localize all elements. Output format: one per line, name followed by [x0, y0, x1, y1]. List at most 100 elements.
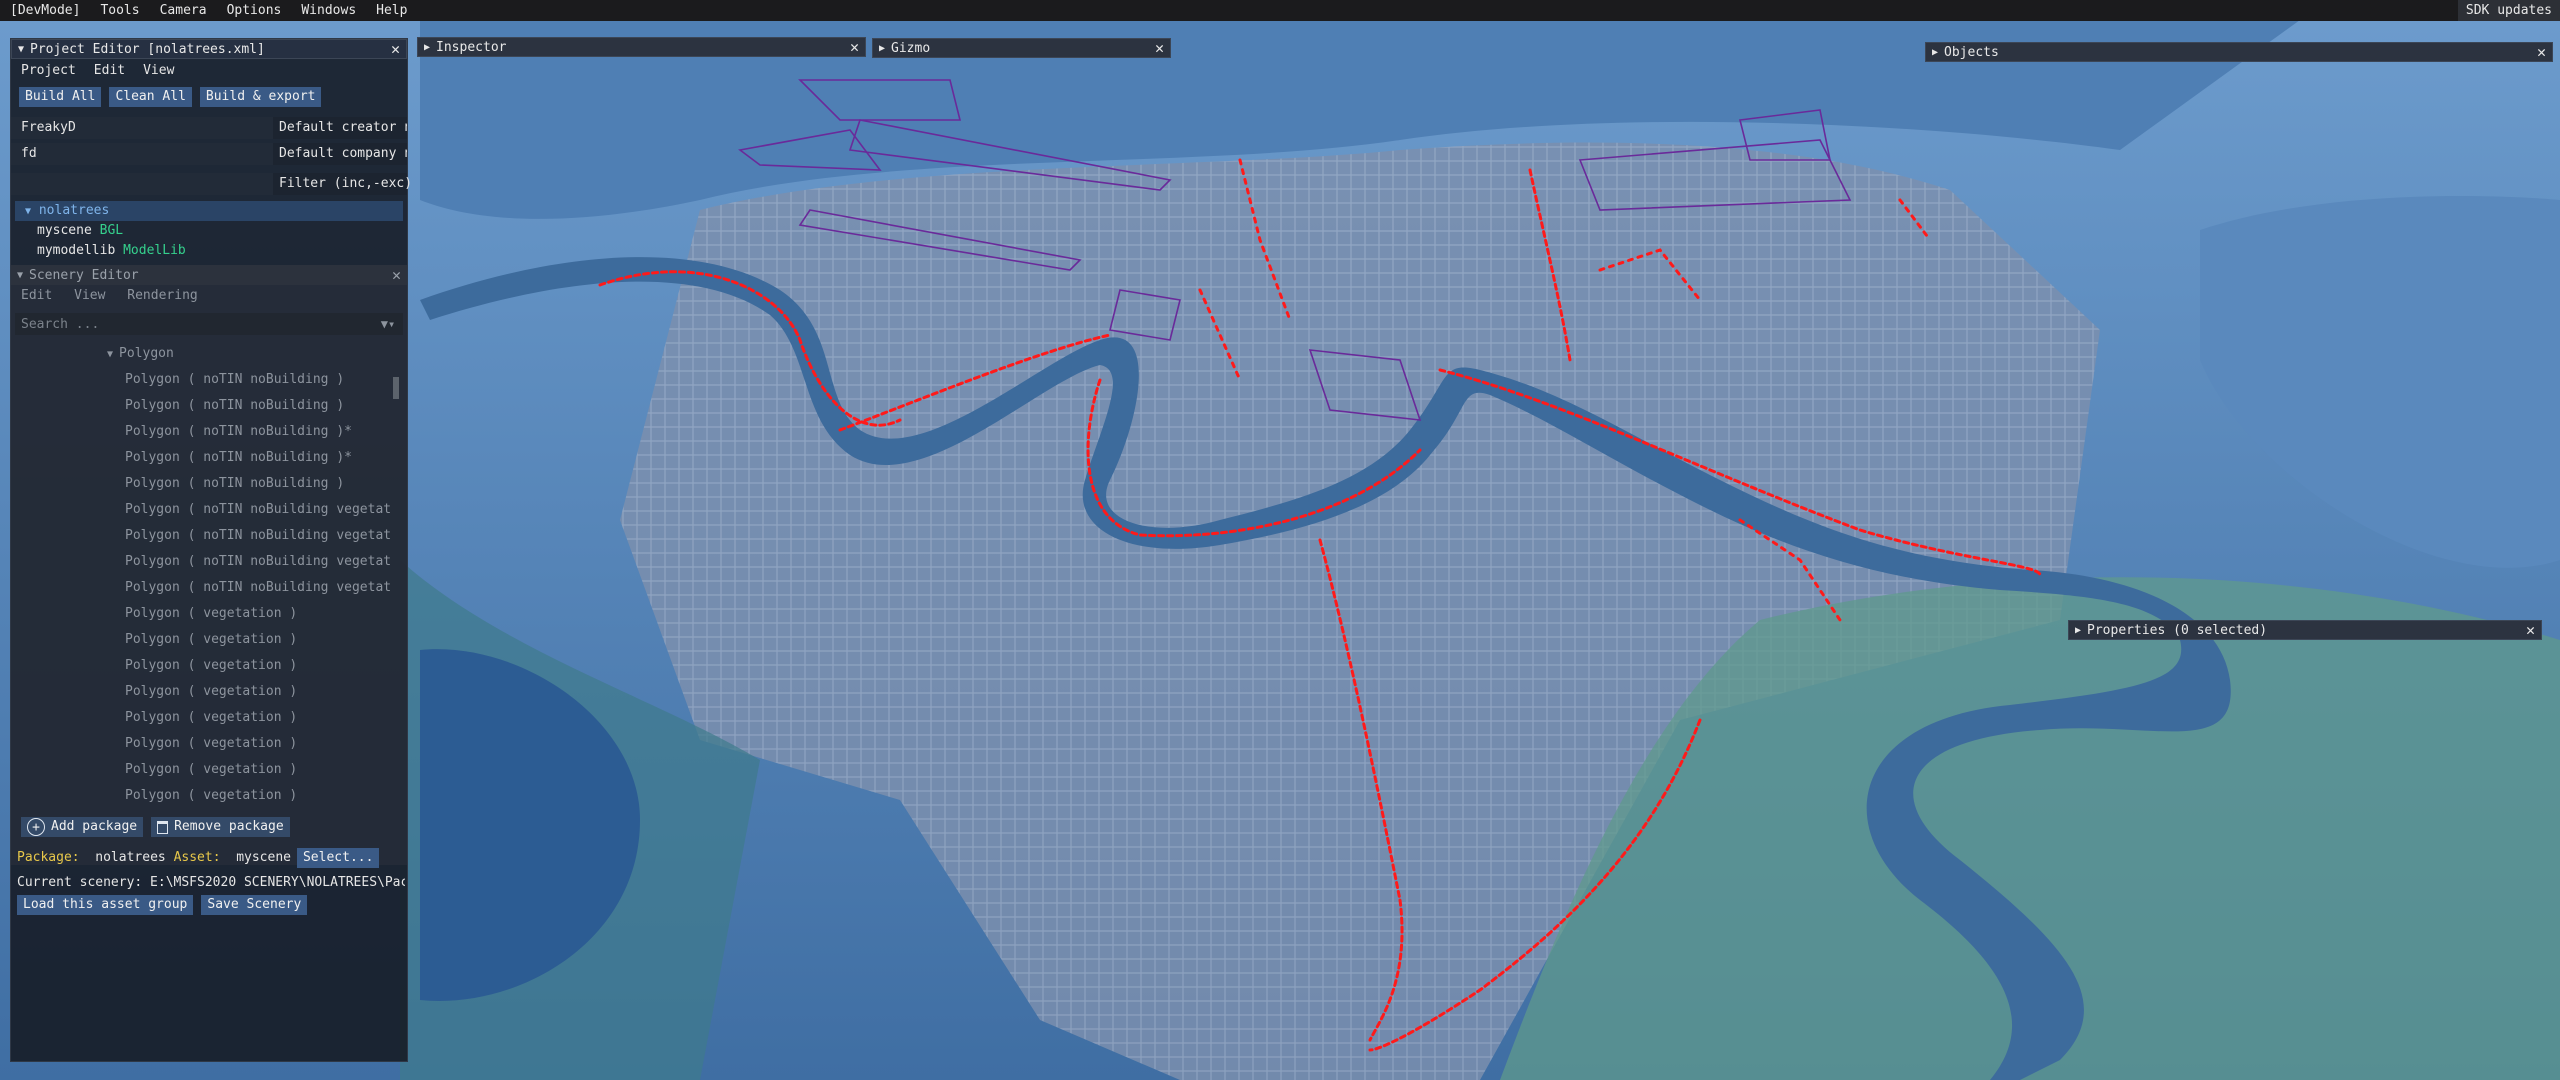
creator-field[interactable]: FreakyD Default creator n: [11, 117, 407, 139]
list-item[interactable]: Polygon ( vegetation ): [11, 705, 407, 731]
select-asset-button[interactable]: Select...: [296, 848, 380, 868]
menu-project[interactable]: Project: [21, 63, 76, 78]
tree-root-label: nolatrees: [38, 203, 110, 218]
inspector-titlebar[interactable]: ▶ Inspector ✕: [417, 37, 866, 57]
menu-edit[interactable]: Edit: [21, 288, 52, 303]
list-item[interactable]: Polygon ( vegetation ): [11, 627, 407, 653]
menu-view[interactable]: View: [143, 63, 174, 78]
filter-input[interactable]: [11, 173, 273, 195]
menu-rendering[interactable]: Rendering: [127, 288, 197, 303]
expand-triangle-icon[interactable]: ▶: [424, 42, 430, 53]
project-editor-menu: Project Edit View: [11, 59, 407, 81]
menu-devmode[interactable]: [DevMode]: [0, 0, 90, 21]
collapse-triangle-icon[interactable]: ▼: [17, 270, 23, 281]
list-item[interactable]: Polygon ( vegetation ): [11, 783, 407, 809]
objects-window: ▶ Objects ✕: [1925, 42, 2553, 62]
tree-item-mymodellib[interactable]: mymodellib ModelLib: [11, 241, 407, 261]
tree-item-type: BGL: [99, 223, 124, 238]
project-editor-titlebar[interactable]: ▼ Project Editor [nolatrees.xml] ✕: [11, 39, 407, 59]
collapse-triangle-icon[interactable]: ▼: [18, 44, 24, 55]
company-value[interactable]: fd: [11, 143, 273, 165]
company-field[interactable]: fd Default company n: [11, 143, 407, 165]
remove-package-button[interactable]: Remove package: [151, 817, 290, 837]
tree-item-name: mymodellib: [37, 243, 116, 258]
list-item[interactable]: Polygon ( noTIN noBuilding ): [11, 393, 407, 419]
list-group-polygon[interactable]: ▼ Polygon: [11, 341, 407, 367]
expand-triangle-icon[interactable]: ▶: [879, 43, 885, 54]
list-item[interactable]: Polygon ( noTIN noBuilding ): [11, 367, 407, 393]
scenery-object-list: ▼ Polygon Polygon ( noTIN noBuilding ) P…: [11, 341, 407, 809]
add-package-button[interactable]: + Add package: [21, 817, 144, 837]
build-all-button[interactable]: Build All: [19, 87, 102, 107]
creator-label: Default creator n: [273, 117, 407, 139]
list-scrollbar[interactable]: [393, 377, 399, 399]
asset-value: myscene: [236, 850, 291, 865]
list-item[interactable]: Polygon ( vegetation ): [11, 679, 407, 705]
inspector-title: Inspector: [436, 39, 507, 55]
tree-item-myscene[interactable]: myscene BGL: [11, 221, 407, 241]
list-item[interactable]: Polygon ( vegetation ): [11, 653, 407, 679]
menu-help[interactable]: Help: [366, 0, 417, 21]
scenery-editor-titlebar[interactable]: ▼ Scenery Editor ✕: [11, 265, 407, 285]
list-item[interactable]: Polygon ( noTIN noBuilding vegetat: [11, 523, 407, 549]
build-export-button[interactable]: Build & export: [199, 87, 322, 107]
sdk-updates-button[interactable]: SDK updates: [2457, 0, 2560, 21]
scenery-search[interactable]: Search ... ▼▾: [15, 313, 403, 335]
package-value: nolatrees: [95, 850, 166, 865]
objects-titlebar[interactable]: ▶ Objects ✕: [1925, 42, 2553, 62]
list-item[interactable]: Polygon ( noTIN noBuilding )*: [11, 445, 407, 471]
current-scenery-path: Current scenery: E:\MSFS2020 SCENERY\NOL…: [17, 875, 405, 890]
filter-field[interactable]: Filter (inc,-exc): [11, 173, 412, 195]
list-item[interactable]: Polygon ( noTIN noBuilding vegetat: [11, 575, 407, 601]
tree-item-nolatrees[interactable]: ▼ nolatrees: [15, 201, 403, 221]
creator-value[interactable]: FreakyD: [11, 117, 273, 139]
asset-label: Asset:: [173, 850, 221, 865]
expand-triangle-icon[interactable]: ▶: [2075, 625, 2081, 636]
expand-triangle-icon[interactable]: ▼: [25, 206, 31, 217]
menu-view[interactable]: View: [74, 288, 105, 303]
save-scenery-button[interactable]: Save Scenery: [201, 895, 308, 915]
plus-circle-icon: +: [27, 818, 45, 836]
close-icon[interactable]: ✕: [392, 267, 401, 283]
filter-label: Filter (inc,-exc): [273, 173, 412, 195]
package-label: Package:: [17, 850, 80, 865]
close-icon[interactable]: ✕: [850, 39, 859, 55]
package-buttons: + Add package Remove package: [21, 817, 290, 837]
expand-triangle-icon[interactable]: ▼: [107, 349, 119, 360]
search-input[interactable]: Search ...: [21, 317, 373, 332]
close-icon[interactable]: ✕: [391, 41, 400, 57]
trash-icon: [157, 820, 169, 834]
close-icon[interactable]: ✕: [1155, 40, 1164, 56]
clean-all-button[interactable]: Clean All: [109, 87, 192, 107]
menu-tools[interactable]: Tools: [90, 0, 149, 21]
properties-title: Properties (0 selected): [2087, 622, 2268, 638]
properties-titlebar[interactable]: ▶ Properties (0 selected) ✕: [2068, 620, 2542, 640]
gizmo-titlebar[interactable]: ▶ Gizmo ✕: [872, 38, 1171, 58]
list-item[interactable]: Polygon ( noTIN noBuilding ): [11, 471, 407, 497]
group-label: Polygon: [119, 346, 174, 361]
list-item[interactable]: Polygon ( vegetation ): [11, 601, 407, 627]
menu-options[interactable]: Options: [217, 0, 292, 21]
properties-window: ▶ Properties (0 selected) ✕: [2068, 620, 2542, 640]
list-item[interactable]: Polygon ( vegetation ): [11, 757, 407, 783]
list-item[interactable]: Polygon ( noTIN noBuilding vegetat: [11, 549, 407, 575]
menu-edit[interactable]: Edit: [94, 63, 125, 78]
asset-buttons: Load this asset group Save Scenery: [17, 895, 308, 915]
objects-title: Objects: [1944, 44, 1999, 60]
close-icon[interactable]: ✕: [2537, 44, 2546, 60]
remove-package-label: Remove package: [174, 819, 284, 834]
list-item[interactable]: Polygon ( noTIN noBuilding )*: [11, 419, 407, 445]
list-item[interactable]: Polygon ( noTIN noBuilding vegetat: [11, 497, 407, 523]
menu-camera[interactable]: Camera: [150, 0, 217, 21]
package-asset-line: Package: nolatrees Asset: myscene Select…: [17, 847, 380, 869]
expand-triangle-icon[interactable]: ▶: [1932, 47, 1938, 58]
tree-item-name: myscene: [37, 223, 92, 238]
company-label: Default company n: [273, 143, 407, 165]
close-icon[interactable]: ✕: [2526, 622, 2535, 638]
filter-icon[interactable]: ▼▾: [373, 317, 403, 331]
menu-windows[interactable]: Windows: [291, 0, 366, 21]
list-item[interactable]: Polygon ( vegetation ): [11, 731, 407, 757]
load-asset-group-button[interactable]: Load this asset group: [17, 895, 194, 915]
package-tree: ▼ nolatrees myscene BGL mymodellib Model…: [11, 201, 407, 261]
gizmo-window: ▶ Gizmo ✕: [872, 38, 1171, 58]
